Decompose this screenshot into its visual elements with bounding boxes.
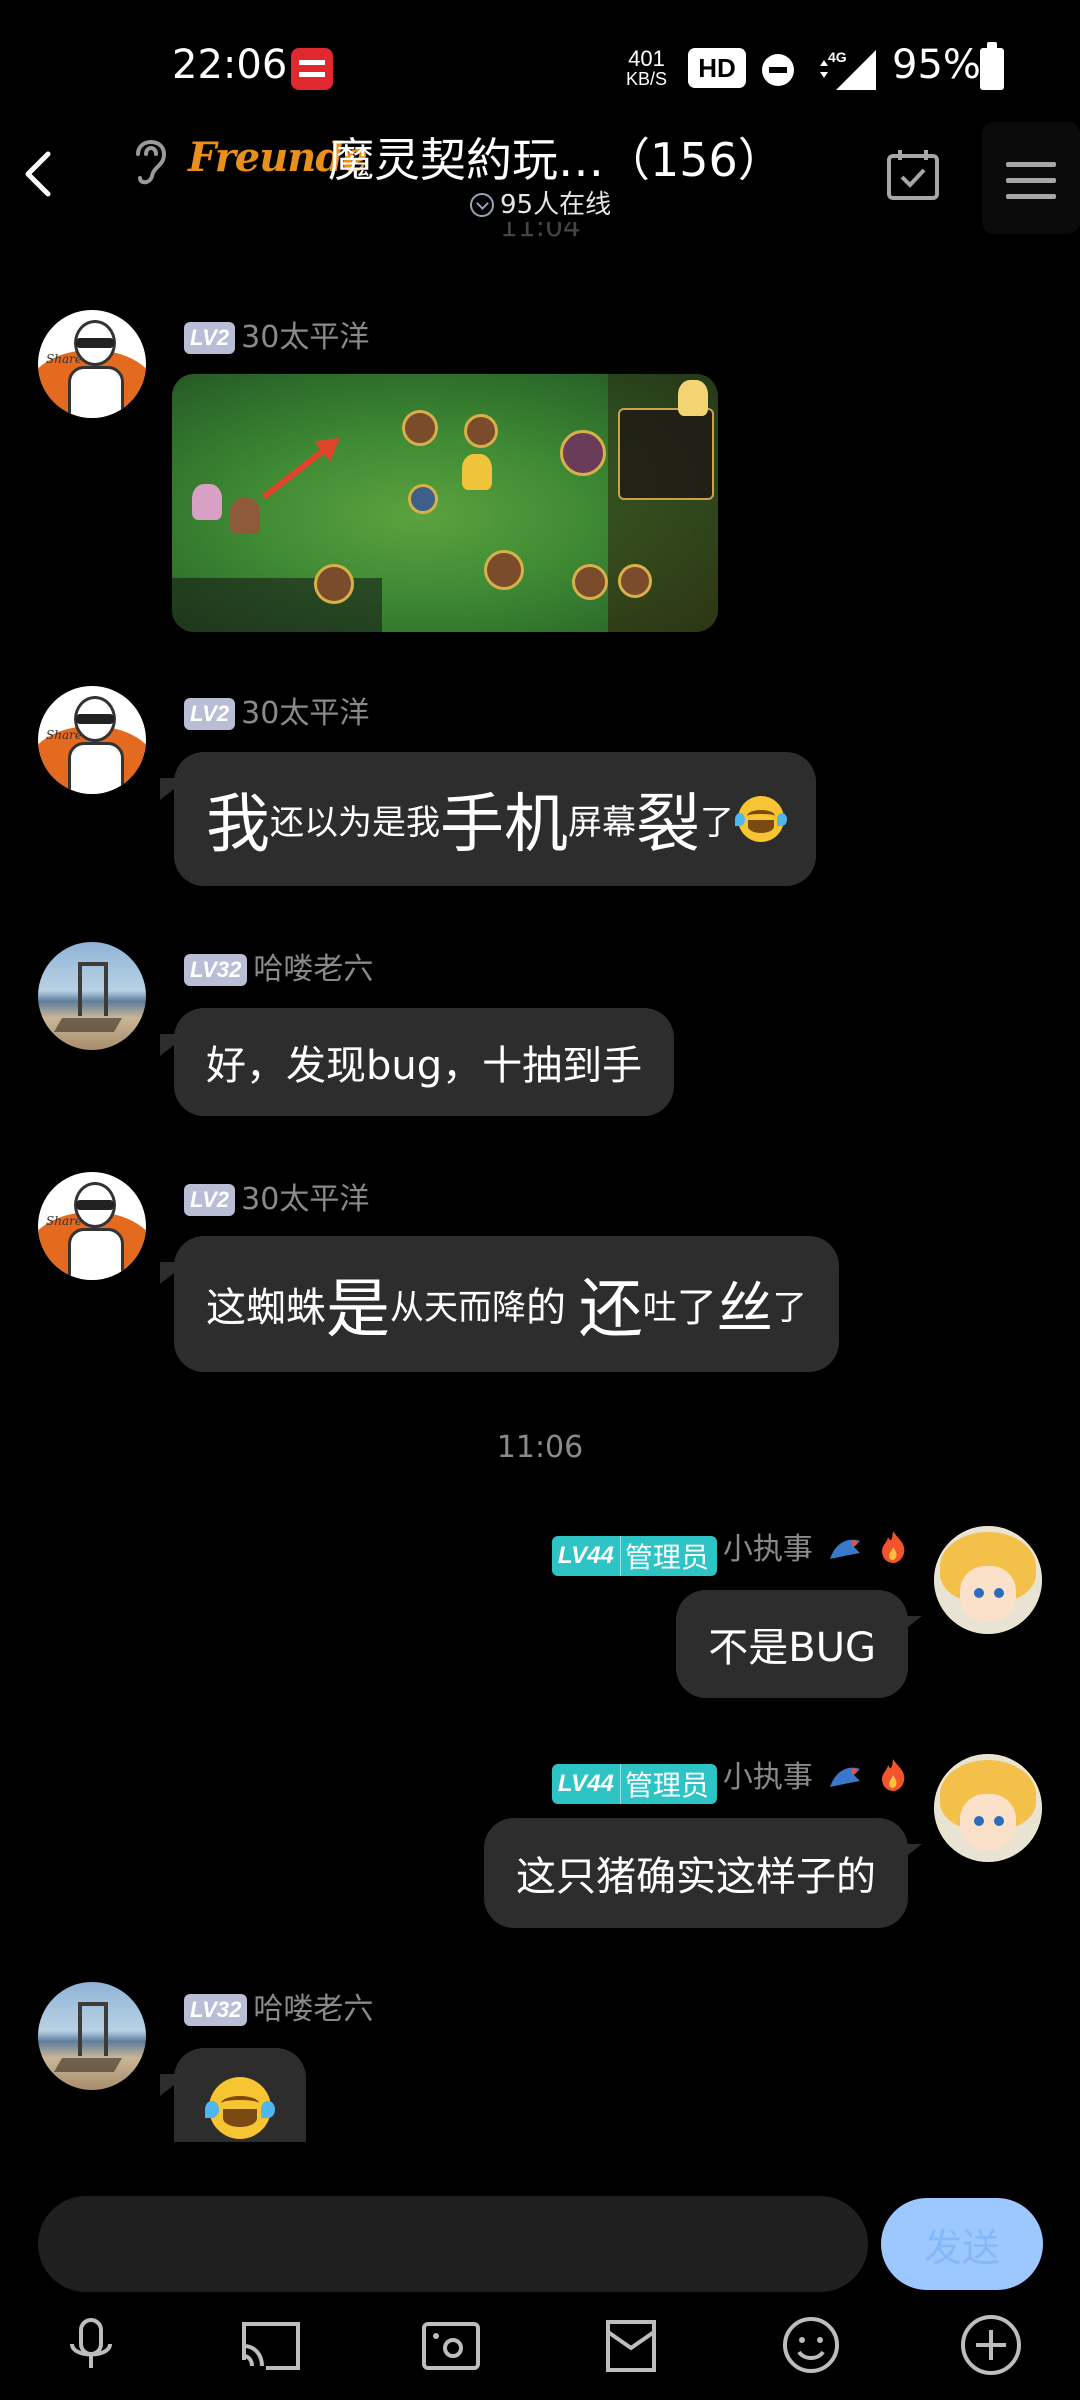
- message-text-segment: 的: [526, 1285, 579, 1331]
- level-label: LV44: [557, 1770, 614, 1797]
- message-bubble[interactable]: 我还以为是我 手机 屏幕裂了: [174, 752, 816, 886]
- avatar[interactable]: [934, 1526, 1042, 1634]
- sender-line: LV44 管理员 小执事: [551, 1524, 908, 1576]
- message-text-segment: 还: [578, 1273, 643, 1347]
- level-badge: LV32: [184, 954, 248, 986]
- role-label: 管理员: [619, 1536, 717, 1576]
- input-toolbar: [0, 2310, 1080, 2400]
- admin-badge: LV44 管理员: [551, 1764, 717, 1804]
- network-speed-unit: KB/S: [626, 69, 668, 89]
- message-text-segment: 吐: [642, 1287, 677, 1328]
- check-in-icon[interactable]: [884, 146, 942, 204]
- emoji-icon[interactable]: [776, 2310, 846, 2380]
- laughing-emoji-icon: [735, 796, 787, 842]
- chevron-down-icon: [470, 193, 494, 217]
- level-badge: LV32: [184, 1994, 248, 2026]
- message-text: 这只猪确实这样子的: [516, 1854, 876, 1900]
- level-badge: LV2: [184, 322, 236, 354]
- do-not-disturb-icon: [762, 54, 794, 86]
- level-badge: LV2: [184, 698, 236, 730]
- avatar[interactable]: [38, 1982, 146, 2090]
- message-bubble[interactable]: 不是BUG: [676, 1590, 908, 1698]
- notification-app-icon: [291, 48, 333, 90]
- fire-icon: [882, 1531, 905, 1563]
- sender-name[interactable]: 30太平洋: [241, 1182, 369, 1217]
- message-text-segment: 丝: [716, 1276, 773, 1342]
- sender-name[interactable]: 30太平洋: [241, 696, 369, 731]
- message-bubble[interactable]: 好，发现bug，十抽到手: [174, 1008, 675, 1116]
- sender-line: LV32 哈喽老六: [184, 1984, 373, 2028]
- emoji-bubble-clip: [150, 2040, 350, 2142]
- level-badge: LV2: [184, 1184, 236, 1216]
- message-text: 好，发现bug，十抽到手: [206, 1043, 643, 1089]
- message-text-segment: 是: [326, 1273, 390, 1347]
- dragon-icon: [830, 1767, 861, 1787]
- signal-icon: 4G: [820, 49, 876, 90]
- sender-line: LV44 管理员 小执事: [551, 1752, 908, 1804]
- message-bubble[interactable]: 这只猪确实这样子的: [484, 1818, 908, 1928]
- timestamp-divider: 11:06: [496, 1430, 584, 1465]
- message-text-segment: 我: [206, 788, 270, 862]
- admin-badge: LV44 管理员: [551, 1536, 717, 1576]
- group-title[interactable]: 魔灵契約玩…（156）: [328, 124, 784, 190]
- sender-line: LV32 哈喽老六: [184, 944, 373, 988]
- message-bubble[interactable]: 这蜘蛛是从天而降的 还吐了丝了: [174, 1236, 839, 1372]
- avatar[interactable]: [934, 1754, 1042, 1862]
- message-text-segment: 从天而降: [390, 1287, 526, 1328]
- dragon-icon: [830, 1539, 861, 1559]
- sender-line: LV2 30太平洋: [184, 312, 369, 356]
- message-text: 不是BUG: [708, 1625, 876, 1671]
- back-arrow-icon[interactable]: [14, 144, 64, 204]
- sender-name[interactable]: 小执事: [723, 1532, 813, 1567]
- message-text-segment: 了: [676, 1285, 717, 1331]
- message-text-segment: 了: [700, 802, 734, 843]
- level-label: LV44: [557, 1542, 614, 1569]
- role-label: 管理员: [619, 1764, 717, 1804]
- message-bubble[interactable]: [174, 2048, 306, 2142]
- battery-percent: 95%: [892, 42, 981, 88]
- signal-type-label: 4G: [828, 49, 847, 65]
- sender-line: LV2 30太平洋: [184, 688, 369, 732]
- photo-icon[interactable]: [416, 2310, 486, 2380]
- hd-voice-icon: HD: [688, 48, 746, 88]
- sender-line: LV2 30太平洋: [184, 1174, 369, 1218]
- laughing-emoji-icon: [205, 2077, 275, 2139]
- avatar[interactable]: Share: [38, 1172, 146, 1280]
- sender-name[interactable]: 哈喽老六: [253, 952, 373, 987]
- online-count-label: 95人在线: [500, 190, 612, 220]
- message-input[interactable]: [38, 2196, 868, 2292]
- message-text-segment: 手机: [440, 788, 568, 862]
- message-text-segment: 还以为是我: [270, 802, 440, 843]
- online-count[interactable]: 95人在线: [470, 184, 611, 221]
- sender-name[interactable]: 小执事: [723, 1760, 813, 1795]
- avatar[interactable]: Share: [38, 310, 146, 418]
- status-time: 22:06: [172, 42, 288, 88]
- sender-name[interactable]: 哈喽老六: [253, 1992, 373, 2027]
- partial-timestamp: 11:04: [500, 222, 581, 240]
- sender-name[interactable]: 30太平洋: [241, 320, 369, 355]
- fire-icon: [882, 1759, 905, 1791]
- battery-icon: [980, 42, 1004, 90]
- bag-icon[interactable]: [596, 2310, 666, 2380]
- network-speed-value: 401: [628, 46, 665, 71]
- menu-icon[interactable]: [982, 122, 1080, 234]
- ear-mode-icon[interactable]: [128, 132, 172, 188]
- message-text-segment: 了: [772, 1287, 807, 1328]
- avatar[interactable]: Share: [38, 686, 146, 794]
- game-screenshot-image[interactable]: [172, 374, 718, 632]
- microphone-icon[interactable]: [56, 2310, 126, 2380]
- message-text-segment: 这蜘蛛: [206, 1285, 326, 1331]
- message-text-segment: 屏幕: [568, 802, 636, 843]
- avatar[interactable]: [38, 942, 146, 1050]
- chat-header: Freunde 魔灵契約玩…（156） 95人在线: [0, 110, 1080, 234]
- network-speed: 401 KB/S: [626, 46, 668, 89]
- message-text-segment: 裂: [636, 788, 700, 862]
- plus-icon[interactable]: [956, 2310, 1026, 2380]
- screen-cast-icon[interactable]: [236, 2310, 306, 2380]
- send-button[interactable]: 发送: [881, 2198, 1043, 2290]
